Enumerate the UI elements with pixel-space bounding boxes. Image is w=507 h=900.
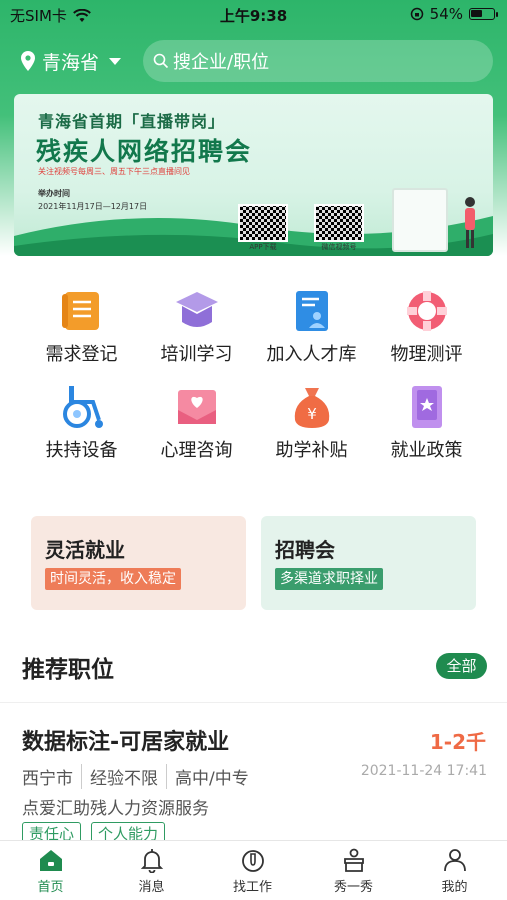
location-selector[interactable]: 青海省 (20, 46, 122, 76)
tab-showcase[interactable]: 秀一秀 (303, 847, 404, 895)
job-fair-card[interactable]: 招聘会 多渠道求职择业 (261, 516, 476, 610)
tab-find-job[interactable]: 找工作 (202, 847, 303, 895)
service-label: 物理测评 (390, 344, 463, 365)
tab-label: 找工作 (232, 880, 272, 895)
service-item-employment-policy[interactable]: 就业政策 (369, 384, 484, 462)
banner-line4: 举办时间 (38, 189, 70, 198)
orientation-lock-icon (410, 7, 423, 21)
banner-board-illustration (392, 188, 448, 252)
battery-percent: 54% (429, 5, 463, 23)
service-label: 加入人才库 (266, 344, 357, 365)
section-title: 推荐职位 (22, 657, 114, 683)
card-title: 灵活就业 (45, 538, 125, 562)
service-item-training[interactable]: 培训学习 (139, 288, 254, 366)
service-label: 心理咨询 (160, 440, 233, 461)
job-salary: 1-2千 (429, 730, 486, 754)
tab-label: 秀一秀 (333, 880, 373, 895)
home-icon (39, 850, 62, 871)
card-title: 招聘会 (275, 538, 335, 562)
service-item-demand-register[interactable]: 需求登记 (24, 288, 139, 366)
location-pin-icon (21, 51, 35, 71)
lifebuoy-icon (406, 291, 447, 331)
service-item-talent-pool[interactable]: 加入人才库 (254, 288, 369, 366)
tab-label: 首页 (37, 880, 64, 895)
qr-app-label: APP下载 (249, 243, 277, 251)
job-company: 点爱汇助残人力资源服务 (22, 799, 209, 819)
policy-book-icon (411, 386, 442, 428)
view-all-button[interactable]: 全部 (436, 653, 487, 679)
status-bar: 无SIM卡 上午9:38 54% (0, 0, 507, 30)
svg-text:¥: ¥ (307, 405, 317, 423)
service-item-study-subsidy[interactable]: ¥ 助学补贴 (254, 384, 369, 462)
card-tag: 时间灵活，收入稳定 (45, 568, 181, 590)
service-item-physical-assessment[interactable]: 物理测评 (369, 288, 484, 366)
user-icon (443, 849, 466, 872)
job-title: 数据标注-可居家就业 (22, 730, 230, 755)
job-experience: 经验不限 (81, 764, 166, 789)
service-label: 培训学习 (160, 344, 233, 365)
qr-code-wechat (314, 204, 364, 242)
job-search-icon (241, 850, 264, 872)
showcase-icon (343, 848, 364, 872)
battery-icon (469, 8, 498, 20)
banner-line3: 关注视频号每周三、周五下午三点直播间见 (38, 167, 190, 176)
id-card-icon (295, 291, 328, 331)
job-city: 西宁市 (22, 769, 73, 789)
job-meta: 西宁市 经验不限 高中/中专 (22, 764, 257, 789)
tab-messages[interactable]: 消息 (101, 847, 202, 895)
tab-label: 消息 (138, 880, 165, 895)
banner-line1: 青海省首期「直播带岗」 (38, 112, 226, 131)
graduation-cap-icon (175, 292, 218, 327)
divider (0, 702, 507, 703)
search-icon (153, 53, 169, 69)
service-item-counseling[interactable]: 心理咨询 (139, 384, 254, 462)
chevron-down-icon (109, 57, 122, 65)
service-label: 扶持设备 (45, 440, 118, 461)
bottom-tab-bar: 首页 消息 找工作 秀一秀 我的 (0, 840, 507, 900)
tab-profile[interactable]: 我的 (404, 847, 505, 895)
service-label: 需求登记 (45, 344, 118, 365)
tab-home[interactable]: 首页 (0, 847, 101, 895)
status-right: 54% (410, 5, 498, 23)
promo-banner[interactable]: 青海省首期「直播带岗」 残疾人网络招聘会 关注视频号每周三、周五下午三点直播间见… (14, 94, 493, 256)
wheelchair-icon (62, 386, 103, 428)
search-bar[interactable]: 搜企业/职位 (143, 40, 493, 82)
document-list-icon (61, 292, 99, 330)
service-label: 助学补贴 (275, 440, 348, 461)
card-tag: 多渠道求职择业 (275, 568, 383, 590)
banner-title: 残疾人网络招聘会 (36, 137, 253, 166)
banner-person-illustration (465, 197, 475, 248)
location-label: 青海省 (42, 51, 100, 74)
job-posted-time: 2021-11-24 17:41 (360, 763, 487, 779)
tab-label: 我的 (441, 880, 468, 895)
qr-code-app (238, 204, 288, 242)
money-bag-icon: ¥ (294, 388, 329, 428)
flexible-employment-card[interactable]: 灵活就业 时间灵活，收入稳定 (31, 516, 246, 610)
search-placeholder: 搜企业/职位 (173, 52, 270, 73)
job-education: 高中/中专 (166, 764, 257, 789)
qr-wechat-label: 微信视频号 (321, 243, 357, 251)
service-item-support-devices[interactable]: 扶持设备 (24, 384, 139, 462)
banner-line5: 2021年11月17日—12月17日 (38, 202, 148, 211)
bell-icon (140, 849, 163, 873)
service-label: 就业政策 (390, 440, 463, 461)
heart-envelope-icon (177, 390, 216, 424)
